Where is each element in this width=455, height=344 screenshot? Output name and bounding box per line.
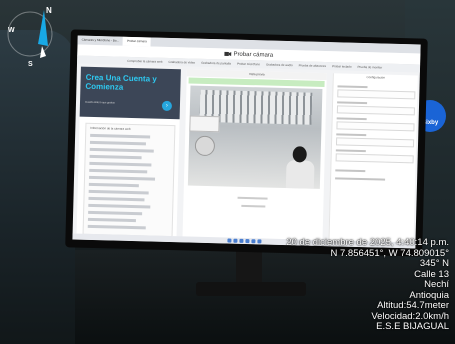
overlay-altitude: Altitud:54.7meter [377, 300, 449, 311]
taskbar-app-icon[interactable] [232, 238, 237, 243]
taskbar-app-icon[interactable] [238, 238, 243, 243]
feed-person-body [285, 160, 315, 189]
info-row [89, 140, 146, 146]
info-row [89, 175, 156, 181]
info-row [88, 189, 149, 195]
info-heading: Información de la cámara web [90, 125, 131, 131]
compass-letter-n: N [46, 6, 52, 15]
info-row [89, 168, 148, 174]
info-row [87, 217, 136, 223]
overlay-datetime: 20 de diciembre de 2025, 4:40:14 p.m. [286, 237, 449, 248]
info-row [89, 154, 142, 160]
overlay-city: Nechí [424, 279, 449, 290]
compass-tail [40, 46, 46, 58]
monitor-screen: Cámaras y Micrófono - Bo... Probar cámar… [72, 35, 421, 249]
settings-heading: Configuración [366, 75, 386, 80]
signup-promo: Crea Una Cuenta y Comienza Guarda todo l… [79, 66, 181, 120]
page-title: Probar cámara [224, 51, 273, 58]
control-line [237, 196, 268, 200]
field-label [336, 117, 367, 121]
nav-item[interactable]: Comprobar la cámara web [127, 59, 162, 64]
info-row [88, 196, 145, 202]
geotag-overlay: 20 de diciembre de 2025, 4:40:14 p.m. N … [286, 237, 449, 333]
nav-item[interactable]: Grabadora de vídeo [168, 60, 195, 65]
settings-field[interactable] [337, 89, 416, 100]
field-label [337, 85, 368, 89]
info-row [89, 147, 154, 153]
field-label [335, 177, 386, 181]
info-row [88, 203, 151, 209]
field-label [336, 133, 367, 137]
taskbar-app-icon[interactable] [244, 238, 249, 244]
feed-air-conditioner [189, 115, 220, 133]
taskbar-app-icon[interactable] [250, 239, 255, 244]
compass-letter-w: W [8, 27, 15, 34]
webcam-feed [187, 85, 323, 189]
field-label [337, 101, 368, 105]
compass-needle [38, 10, 48, 46]
field-label [335, 169, 366, 173]
overlay-heading: 345° N [419, 258, 449, 269]
nav-item[interactable]: Probar micrófono [237, 62, 260, 67]
nav-item[interactable]: Grabadora de pantalla [201, 61, 231, 66]
promo-subtitle: Guarda todo lo que grabas [84, 100, 115, 105]
info-row [87, 224, 146, 230]
photo-scene: N W S Bixby Cámaras y Micrófono - Bo... … [0, 0, 455, 344]
person-foreground [0, 30, 75, 344]
info-row [90, 133, 151, 139]
preview-panel: Vista previa [182, 69, 327, 244]
info-row [88, 210, 143, 216]
compass-letter-s: S [28, 61, 33, 68]
overlay-organization: E.S.E BIJAGUAL [376, 321, 449, 332]
field-label [335, 149, 366, 153]
taskbar-app-icon[interactable] [256, 239, 261, 244]
nav-item[interactable]: Probar teclado [332, 64, 352, 69]
camera-info-box: Información de la cámara web [82, 122, 176, 238]
preview-controls [186, 189, 320, 233]
compass-icon: N W S [7, 6, 53, 68]
page-title-text: Probar cámara [233, 51, 274, 59]
left-panel: Crea Una Cuenta y Comienza Guarda todo l… [76, 66, 181, 240]
settings-field[interactable] [335, 137, 415, 148]
settings-field[interactable] [336, 121, 415, 132]
monitor: Cámaras y Micrófono - Bo... Probar cámar… [65, 29, 428, 257]
settings-field[interactable] [336, 105, 415, 116]
settings-panel: Configuración [328, 73, 418, 246]
nav-item[interactable]: Grabadora de audio [266, 62, 293, 67]
promo-title: Crea Una Cuenta y Comienza [85, 72, 157, 92]
camera-icon [224, 51, 232, 57]
control-line [241, 204, 266, 208]
feed-fan [194, 135, 216, 157]
info-row [88, 182, 139, 188]
nav-item[interactable]: Prueba de altavoces [299, 63, 326, 68]
info-row [89, 161, 152, 167]
settings-field[interactable] [335, 153, 414, 164]
promo-arrow-button[interactable]: › [161, 100, 173, 112]
start-icon[interactable] [226, 238, 231, 243]
nav-item[interactable]: Prueba de monitor [357, 65, 382, 70]
